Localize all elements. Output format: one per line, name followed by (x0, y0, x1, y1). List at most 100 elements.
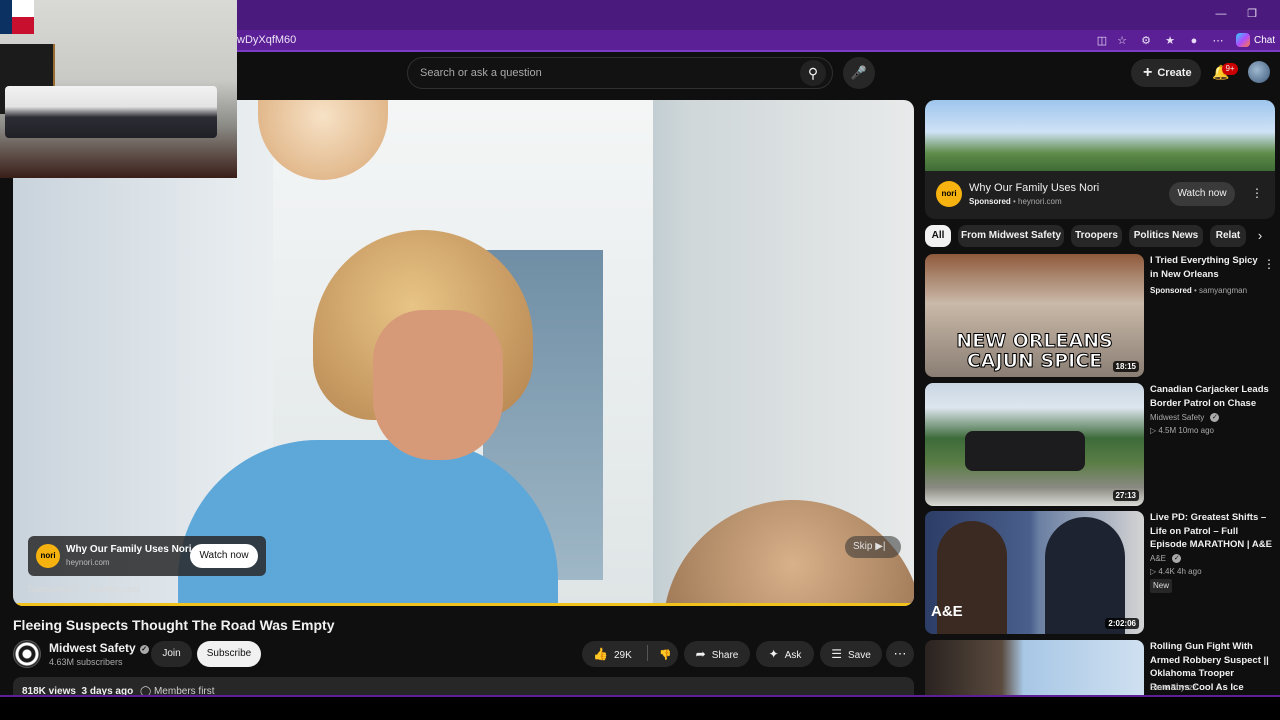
chip-from-midwest-safety[interactable]: From Midwest Safety (958, 225, 1064, 247)
nori-logo-icon: nori (36, 544, 60, 568)
chip-all[interactable]: All (925, 225, 951, 247)
taskbar-strip (0, 697, 1280, 720)
copilot-chat-button[interactable]: Chat (1236, 32, 1275, 50)
skip-next-icon: ▶| (875, 541, 886, 552)
subscriber-count: 4.63M subscribers (49, 657, 123, 667)
verified-icon: ✓ (1172, 554, 1182, 563)
rec-thumbnail[interactable]: NEW ORLEANS CAJUN SPICE 18:15 (925, 254, 1144, 377)
split-screen-icon[interactable]: ◫ (1094, 33, 1110, 49)
save-label: Save (847, 650, 871, 661)
rec-title[interactable]: I Tried Everything Spicy in New Orleans (1150, 254, 1266, 281)
channel-name[interactable]: Midwest Safety ✓ (49, 641, 149, 655)
rec-advertiser: samyangman (1199, 286, 1248, 295)
ad-domain: heynori.com (66, 558, 110, 567)
ask-button[interactable]: ✦ Ask (756, 641, 814, 667)
restore-icon[interactable]: ❐ (1242, 6, 1262, 22)
sidebar-ad-title[interactable]: Why Our Family Uses Nori (969, 182, 1099, 194)
rec-title[interactable]: Canadian Carjacker Leads Border Patrol o… (1150, 383, 1276, 410)
minimize-icon[interactable]: — (1211, 6, 1231, 22)
description-box[interactable]: 818K views 3 days ago ◯ Members first (13, 677, 914, 697)
sidebar-ad-menu-icon[interactable]: ⋮ (1251, 186, 1263, 200)
info-icon[interactable]: ⓘ (74, 584, 86, 594)
rec-channel-name: State Boyzzz (1150, 683, 1197, 692)
chip-troopers[interactable]: Troopers (1071, 225, 1122, 247)
chip-politics-news[interactable]: Politics News (1129, 225, 1203, 247)
texas-flag-image (0, 0, 34, 34)
mattress-image (5, 86, 217, 138)
sparkle-icon: ✦ (768, 647, 779, 661)
thumbs-down-icon[interactable]: 👎 (659, 650, 671, 661)
rec-thumbnail[interactable]: 27:13 (925, 383, 1144, 506)
rec-stats: ▷ 4.4K 4h ago (1150, 565, 1276, 579)
sidebar-ad-subtitle: Sponsored • heynori.com (969, 197, 1062, 206)
skip-ad-button[interactable]: Skip ▶| (845, 536, 901, 558)
more-menu-icon[interactable]: ⋯ (1210, 33, 1226, 49)
plus-icon: + (1143, 64, 1153, 81)
rec-thumbnail[interactable] (925, 640, 1144, 697)
search-icon[interactable]: ⚲ (800, 60, 826, 86)
webcam-overlay (0, 0, 237, 178)
copilot-icon (1236, 33, 1250, 48)
rec-channel[interactable]: Midwest Safety ✓ (1150, 411, 1276, 425)
chevron-right-icon[interactable]: › (1252, 227, 1268, 245)
rec-channel[interactable]: A&E ✓ (1150, 552, 1276, 566)
rec-channel-name: Midwest Safety (1150, 413, 1205, 422)
like-count: 29K (613, 650, 632, 661)
rec-thumbnail[interactable]: A&E 2:02:06 (925, 511, 1144, 634)
rec-title[interactable]: Live PD: Greatest Shifts – Life on Patro… (1150, 511, 1276, 552)
join-button[interactable]: Join (151, 641, 192, 667)
nori-logo-icon: nori (936, 181, 962, 207)
sponsored-domain[interactable]: heynori.com (91, 584, 140, 594)
like-dislike-group: 👍 29K 👎 (582, 641, 678, 667)
video-frame-person-face (373, 310, 503, 460)
like-button[interactable]: 👍 29K (593, 647, 632, 661)
rec-menu-icon[interactable]: ⋮ (1263, 257, 1275, 271)
sidebar-ad-banner-image[interactable] (925, 100, 1275, 171)
sidebar-ad-watch-now-button[interactable]: Watch now (1169, 182, 1235, 206)
favorite-star-icon[interactable]: ☆ (1114, 33, 1130, 49)
microphone-icon[interactable]: 🎤 (843, 57, 875, 89)
channel-avatar[interactable] (13, 640, 41, 668)
new-badge: New (1150, 579, 1173, 593)
sponsored-label: Sponsored (28, 584, 72, 594)
favorites-icon[interactable]: ★ (1162, 33, 1178, 49)
more-actions-icon[interactable]: ⋯ (886, 641, 914, 667)
save-button[interactable]: ☰ Save (820, 641, 882, 667)
rec-channel[interactable]: State Boyzzz (1150, 681, 1276, 695)
like-divider (646, 645, 648, 661)
notification-badge: 9+ (1222, 63, 1238, 75)
ad-watch-now-button[interactable]: Watch now (190, 544, 258, 568)
thumbnail-truck (965, 431, 1085, 471)
skip-label: Skip (853, 541, 873, 552)
thumbnail-text-line1: NEW ORLEANS (956, 330, 1114, 353)
share-button[interactable]: ➦ Share (684, 641, 750, 667)
ad-progress-bar[interactable] (13, 603, 914, 606)
ad-title[interactable]: Why Our Family Uses Nori (66, 544, 192, 555)
video-title: Fleeing Suspects Thought The Road Was Em… (13, 617, 335, 633)
share-icon: ➦ (695, 647, 706, 661)
thumbnail-text-line2: CAJUN SPICE (966, 350, 1103, 373)
url-text[interactable]: wDyXqfM60 (237, 34, 296, 46)
subscribe-button[interactable]: Subscribe (197, 641, 261, 667)
channel-name-text: Midwest Safety (49, 641, 136, 655)
ad-overlay-card[interactable]: nori Why Our Family Uses Nori heynori.co… (28, 536, 266, 576)
account-avatar[interactable] (1248, 61, 1270, 83)
rec-stats-text: 4.4K 4h ago (1158, 567, 1202, 576)
chip-related[interactable]: Relat (1210, 225, 1246, 247)
bookmark-icon: ☰ (831, 647, 842, 661)
rec-meta: Sponsored • samyangman (1150, 286, 1248, 295)
ask-label: Ask (784, 650, 802, 661)
verified-icon: ✓ (139, 645, 149, 654)
profile-icon[interactable]: ● (1186, 33, 1202, 49)
extensions-icon[interactable]: ⚙ (1138, 33, 1154, 49)
search-input[interactable]: Search or ask a question (407, 57, 833, 89)
sidebar-ad-domain: heynori.com (1018, 197, 1062, 206)
create-label: Create (1157, 67, 1192, 79)
sidebar-ad-card[interactable]: nori Why Our Family Uses Nori Sponsored … (925, 100, 1275, 219)
rec-channel-name: A&E (1150, 554, 1167, 563)
create-button[interactable]: + Create (1131, 59, 1201, 87)
sidebar-ad-sponsored: Sponsored (969, 197, 1011, 206)
rec-stats-text: 4.5M 10mo ago (1158, 426, 1214, 435)
video-duration: 18:15 (1112, 361, 1139, 372)
rec-badge-row: New (1150, 579, 1276, 593)
